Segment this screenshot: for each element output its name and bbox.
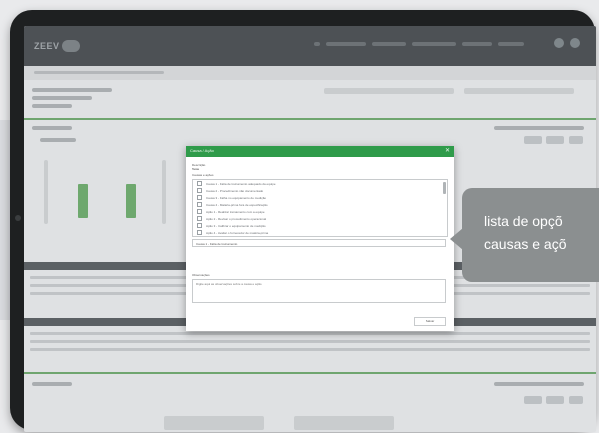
callout-line-2: causas e açõ [484, 236, 567, 252]
chart-axis [44, 160, 48, 224]
logo-mark-icon [61, 40, 80, 52]
checkbox[interactable] [197, 230, 202, 235]
header-link[interactable] [462, 42, 492, 46]
list-scrollbar[interactable] [443, 182, 446, 194]
user-icon[interactable] [314, 42, 320, 46]
checkbox[interactable] [197, 202, 202, 207]
list-option[interactable]: Causa 3 - Falha no equipamento de mediçã… [193, 194, 447, 201]
modal-title-bar: Causa / Ação ✕ [186, 146, 454, 157]
list-option[interactable]: Ação 4 - Avaliar o fornecedor de matéria… [193, 229, 447, 236]
save-button[interactable]: Salvar [414, 317, 446, 326]
header-nav [314, 42, 524, 46]
section-heading [32, 382, 72, 386]
callout-box [462, 188, 599, 282]
chart-option-button[interactable] [524, 136, 542, 144]
table-row [30, 348, 590, 351]
list-option[interactable]: Ação 3 - Calibrar o equipamento de mediç… [193, 222, 447, 229]
app-header: ZEEV [24, 26, 596, 66]
filter-field[interactable] [324, 88, 454, 94]
page-meta [32, 104, 72, 108]
section-divider [24, 118, 596, 120]
chart-bar [78, 184, 88, 218]
checkbox[interactable] [197, 188, 202, 193]
list-option-label: Ação 4 - Avaliar o fornecedor de matéria… [206, 230, 269, 235]
checkbox[interactable] [197, 195, 202, 200]
chart-title [40, 138, 76, 142]
app-logo[interactable]: ZEEV [34, 38, 80, 54]
list-option[interactable]: Causa 4 - Matéria-prima fora de especifi… [193, 201, 447, 208]
chart-option-button[interactable] [546, 396, 564, 404]
notes-label: Observações [192, 273, 210, 277]
list-option[interactable]: Causa 2 - Procedimento não documentado [193, 187, 447, 194]
description-value: Teste [192, 167, 200, 171]
breadcrumb-text [34, 71, 164, 74]
close-icon[interactable]: ✕ [445, 147, 450, 154]
table-row [30, 332, 590, 335]
cause-action-modal: Causa / Ação ✕ Descrição Teste Causas e … [186, 146, 454, 331]
filter-field[interactable] [464, 88, 574, 94]
modal-body: Descrição Teste Causas e ações Causa 1 -… [186, 157, 454, 307]
card [164, 416, 264, 430]
breadcrumb [24, 66, 596, 80]
list-option-label: Ação 2 - Revisar o procedimento operacio… [206, 216, 267, 221]
chart-option-button[interactable] [524, 396, 542, 404]
list-option[interactable]: Causa 1 - Falta de treinamento adequado … [193, 180, 447, 187]
list-option-label: Ação 3 - Calibrar o equipamento de mediç… [206, 223, 266, 228]
header-link[interactable] [372, 42, 406, 46]
page-subtitle [32, 96, 92, 100]
page-title [32, 88, 112, 92]
background-chart [44, 154, 174, 234]
section-links[interactable] [494, 382, 584, 386]
modal-title: Causa / Ação [190, 148, 214, 153]
profile-icon[interactable] [570, 38, 580, 48]
chart-axis [162, 160, 166, 224]
header-link[interactable] [412, 42, 456, 46]
list-option-label: Causa 1 - Falta de treinamento adequado … [206, 181, 276, 186]
list-option[interactable]: Ação 1 - Realizar treinamento com a equi… [193, 208, 447, 215]
causes-actions-list[interactable]: Causa 1 - Falta de treinamento adequado … [192, 179, 448, 237]
list-option-label: Ação 1 - Realizar treinamento com a equi… [206, 209, 265, 214]
section-links[interactable] [494, 126, 584, 130]
chart-option-button[interactable] [569, 396, 583, 404]
chart-option-button[interactable] [546, 136, 564, 144]
chart-option-button[interactable] [569, 136, 583, 144]
selected-option[interactable]: Causa 1 - Falta de treinamento [192, 239, 446, 247]
header-icons [554, 38, 580, 48]
camera-dot [15, 215, 21, 221]
checkbox[interactable] [197, 216, 202, 221]
logo-text: ZEEV [34, 41, 60, 51]
list-option-label: Causa 4 - Matéria-prima fora de especifi… [206, 202, 268, 207]
help-icon[interactable] [554, 38, 564, 48]
list-option-label: Causa 3 - Falha no equipamento de mediçã… [206, 195, 267, 200]
chart-bar [126, 184, 136, 218]
checkbox[interactable] [197, 181, 202, 186]
section-heading [32, 126, 72, 130]
checkbox[interactable] [197, 209, 202, 214]
header-link[interactable] [326, 42, 366, 46]
checkbox[interactable] [197, 223, 202, 228]
callout-line-1: lista de opçõ [484, 213, 563, 229]
list-option-label: Causa 2 - Procedimento não documentado [206, 188, 264, 193]
table-row [30, 340, 590, 343]
notes-textarea[interactable]: Digite aqui as observações sobre a causa… [192, 279, 446, 303]
section-divider [24, 372, 596, 374]
causes-actions-label: Causas e ações [192, 173, 214, 177]
header-link[interactable] [498, 42, 524, 46]
list-option[interactable]: Ação 2 - Revisar o procedimento operacio… [193, 215, 447, 222]
card [294, 416, 394, 430]
